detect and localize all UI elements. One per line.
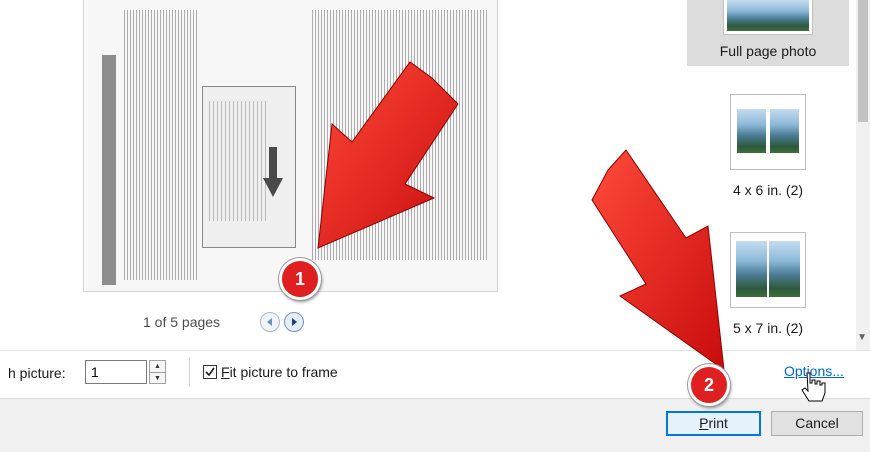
divider (189, 357, 190, 387)
page-count-text: 1 of 5 pages (143, 314, 221, 330)
checkmark-icon (205, 367, 215, 377)
next-page-button[interactable] (284, 312, 305, 332)
scanned-text-column (312, 10, 487, 260)
print-options-bar: h picture: ▲ ▼ Fit picture to frame Opti… (0, 350, 870, 399)
stepper-up-icon[interactable]: ▲ (150, 361, 165, 372)
layout-label: Full page photo (719, 43, 817, 59)
layout-full-page-photo[interactable]: Full page photo (687, 0, 849, 66)
page-navigator: 1 of 5 pages (143, 312, 308, 332)
scroll-down-icon[interactable]: ▼ (857, 332, 867, 343)
copies-label: h picture: (8, 365, 66, 381)
chevron-left-icon (267, 318, 273, 326)
dialog-footer: Print Cancel (0, 398, 870, 452)
layout-label: 5 x 7 in. (2) (732, 320, 804, 336)
print-preview-pane: 1 of 5 pages (0, 0, 679, 350)
annotation-badge-2: 2 (688, 364, 730, 406)
page-preview-thumbnail (83, 0, 498, 292)
stepper-down-icon[interactable]: ▼ (150, 372, 165, 384)
chevron-right-icon (292, 318, 298, 326)
print-button[interactable]: Print (666, 411, 761, 436)
full-page-thumbnail (723, 0, 813, 35)
5x7-thumbnail (730, 232, 806, 308)
scanned-text-column (124, 10, 199, 280)
scanned-page-sidebar-band (102, 55, 116, 285)
4x6-thumbnail (730, 94, 806, 170)
layout-label: 4 x 6 in. (2) (732, 182, 804, 198)
layout-list: Full page photo 4 x 6 in. (2) 5 x 7 in. … (679, 0, 870, 350)
annotation-badge-1: 1 (279, 258, 321, 300)
layout-5x7[interactable]: 5 x 7 in. (2) (687, 232, 849, 342)
fit-picture-label[interactable]: Fit picture to frame (221, 364, 338, 380)
previous-page-button[interactable] (260, 312, 281, 332)
layout-4x6[interactable]: 4 x 6 in. (2) (687, 94, 849, 210)
copies-stepper[interactable]: ▲ ▼ (149, 360, 166, 384)
copies-input[interactable] (85, 360, 147, 384)
scrollbar-thumb[interactable] (858, 0, 868, 122)
fit-picture-checkbox[interactable] (203, 365, 217, 379)
options-link[interactable]: Options... (784, 363, 844, 379)
layout-scrollbar[interactable]: ▼ (856, 0, 870, 350)
scanned-dialog-screenshot (202, 86, 296, 248)
cancel-button[interactable]: Cancel (771, 411, 863, 436)
